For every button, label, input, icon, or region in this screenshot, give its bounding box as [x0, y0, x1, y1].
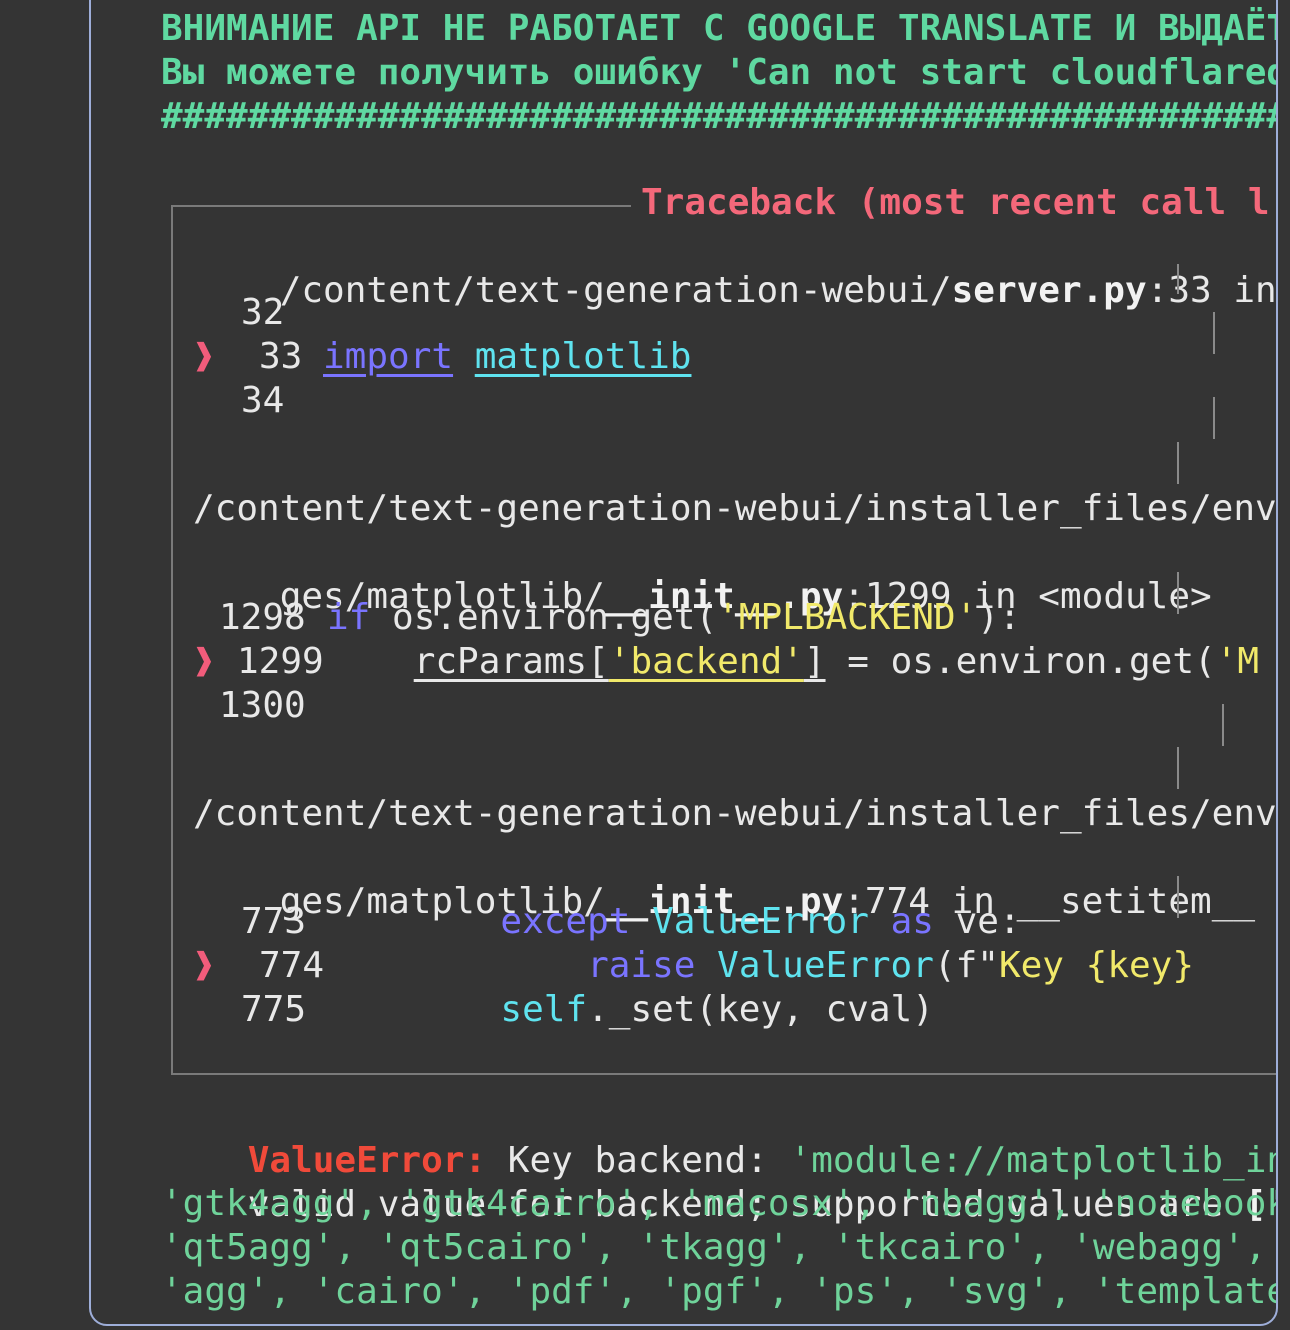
code-line: self._set(key, cval)	[327, 988, 934, 1032]
code-line: if os.environ.get('MPLBACKEND'):	[327, 596, 1021, 640]
line-number: 1300	[219, 685, 306, 726]
code-token: ValueError	[652, 901, 869, 942]
box-edge-artifact	[1177, 747, 1179, 789]
code-line: rcParams['backend'] = os.environ.get('M	[327, 640, 1259, 684]
error-values-line-5: 'agg', 'cairo', 'pdf', 'pgf', 'ps', 'svg…	[161, 1271, 1278, 1312]
warning-line-2: Вы можете получить ошибку 'Can not start…	[161, 52, 1278, 93]
code-token: {key}	[1085, 945, 1195, 986]
code-token: as	[890, 901, 934, 942]
line-number: 1298	[219, 597, 306, 638]
error-values-line-4: 'qt5agg', 'qt5cairo', 'tkagg', 'tkcairo'…	[161, 1227, 1278, 1268]
current-line-marker-icon: ❱	[193, 336, 215, 377]
line-number: 1299	[237, 641, 324, 682]
code-token: except	[500, 901, 631, 942]
code-token: if	[327, 597, 371, 638]
code-line: import matplotlib	[323, 335, 691, 379]
box-edge-artifact	[1213, 397, 1215, 439]
code-token: 'MPLBACKEND'	[717, 597, 978, 638]
box-edge-artifact	[1177, 264, 1179, 294]
code-token: 'backend'	[608, 641, 804, 682]
code-token: raise	[587, 945, 696, 986]
traceback-title: Traceback (most recent call l	[631, 181, 1276, 225]
frame-1-path-file: server.py	[951, 270, 1147, 311]
code-line: raise ValueError(f"Key {key}	[327, 944, 1194, 988]
error-line-1: ValueError: Key backend: 'module://matpl…	[161, 1095, 1276, 1181]
line-number: 773	[241, 901, 307, 942]
line-number: 775	[241, 989, 307, 1030]
current-line-marker-icon: ❱	[193, 945, 215, 986]
code-token: import	[323, 336, 454, 377]
code-token: (f"	[933, 945, 999, 986]
line-number: 774	[259, 945, 325, 986]
code-token: Key	[998, 945, 1086, 986]
code-token: = os.environ.get(	[825, 641, 1216, 682]
code-token: os.environ.get(	[370, 597, 718, 638]
frame-2-path-line-2: ges/matplotlib/__init__.py:1299 in <modu…	[193, 531, 1212, 617]
line-number: 33	[259, 336, 303, 377]
warning-separator: ########################################…	[161, 96, 1276, 137]
error-line-2: valid value for backend; supported value…	[161, 1139, 1276, 1225]
code-token: matplotlib	[474, 336, 692, 377]
box-edge-artifact	[1213, 312, 1215, 354]
code-token: ._set(key, cval)	[587, 989, 934, 1030]
frame-3-path-line-1: /content/text-generation-webui/installer…	[193, 793, 1277, 834]
box-edge-artifact	[1222, 704, 1224, 746]
frame-3-path-line-2: ges/matplotlib/__init__.py:774 in __seti…	[193, 836, 1255, 922]
code-line: except ValueError as ve:	[327, 900, 1021, 944]
code-token: ValueError	[717, 945, 934, 986]
code-token: ve:	[933, 901, 1021, 942]
error-values-line-3: 'gtk4agg', 'gtk4cairo', 'macosx', 'nbagg…	[161, 1183, 1278, 1224]
frame-1-path: /content/text-generation-webui/server.py…	[193, 225, 1276, 311]
box-edge-artifact	[1177, 442, 1179, 484]
warning-line-1: ВНИМАНИЕ API НЕ РАБОТАЕТ С GOOGLE TRANSL…	[161, 8, 1278, 49]
frame-2-path-line-1: /content/text-generation-webui/installer…	[193, 488, 1277, 529]
current-line-marker-icon: ❱	[193, 641, 215, 682]
frame-1-path-prefix: /content/text-generation-webui/	[279, 270, 952, 311]
frame-1-path-suffix: :33 in <mo	[1146, 270, 1277, 311]
terminal-output-panel: ВНИМАНИЕ API НЕ РАБОТАЕТ С GOOGLE TRANSL…	[89, 0, 1278, 1326]
line-number: 32	[241, 292, 285, 333]
box-edge-artifact	[1177, 572, 1179, 614]
line-number: 34	[241, 380, 285, 421]
code-token: ]	[803, 641, 826, 682]
box-edge-artifact	[1177, 876, 1179, 918]
code-token: rcParams[	[413, 641, 609, 682]
code-token: self	[500, 989, 588, 1030]
code-token: ):	[977, 597, 1021, 638]
code-token: 'M	[1215, 641, 1260, 682]
